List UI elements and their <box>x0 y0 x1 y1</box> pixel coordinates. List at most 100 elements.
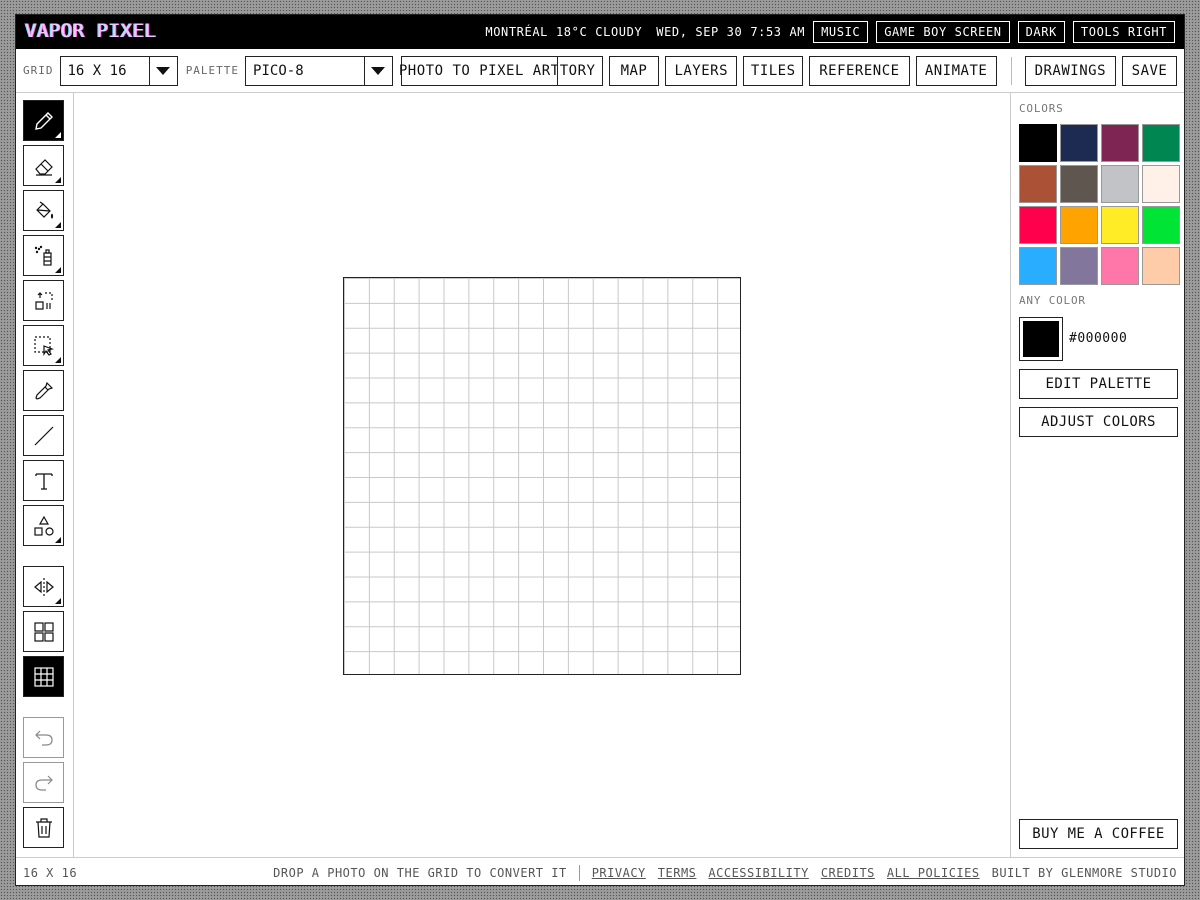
buy-me-a-coffee-button[interactable]: BUY ME A COFFEE <box>1019 819 1178 849</box>
reference-button[interactable]: REFERENCE <box>809 55 910 86</box>
fill-tool[interactable] <box>23 190 64 231</box>
status-right: DROP A PHOTO ON THE GRID TO CONVERT IT P… <box>273 864 1177 881</box>
color-swatch[interactable] <box>1142 206 1180 244</box>
current-time: 7:53 AM <box>750 25 806 39</box>
move-tool[interactable] <box>23 280 64 321</box>
spray-can-icon <box>34 245 52 266</box>
map-button[interactable]: MAP <box>608 55 660 86</box>
status-divider <box>578 864 580 881</box>
colors-panel: COLORS ANY COLOR #000000 EDIT PALETTE AD… <box>1010 93 1184 857</box>
move-selection-icon <box>34 291 53 310</box>
submenu-indicator <box>55 357 61 363</box>
title-bar-right: MONTRÉAL 18°C CLOUDY WED, SEP 30 7:53 AM… <box>485 21 1175 43</box>
dark-mode-button[interactable]: DARK <box>1017 21 1065 43</box>
mirror-icon <box>33 577 54 596</box>
grid-toggle-tool[interactable] <box>23 656 64 697</box>
color-swatch[interactable] <box>1019 165 1057 203</box>
text-icon <box>34 472 53 490</box>
photo-to-pixel-art-button[interactable]: PHOTO TO PIXEL ART <box>399 55 559 86</box>
current-date: WED, SEP 30 <box>656 25 743 39</box>
chevron-down-icon <box>148 56 177 85</box>
color-swatch[interactable] <box>1101 124 1139 162</box>
shapes-icon <box>33 515 54 536</box>
color-swatch[interactable] <box>1019 247 1057 285</box>
pencil-tool[interactable] <box>23 100 64 141</box>
weather-temp: 18°C <box>555 25 588 39</box>
eyedropper-tool[interactable] <box>23 370 64 411</box>
current-color-hex: #000000 <box>1069 331 1128 346</box>
color-swatch[interactable] <box>1060 247 1098 285</box>
chevron-down-icon <box>363 56 392 85</box>
current-color-preview <box>1023 321 1059 357</box>
color-picker[interactable] <box>1019 317 1063 361</box>
status-grid-size: 16 X 16 <box>23 865 78 880</box>
line-tool[interactable] <box>23 415 64 456</box>
any-color-label: ANY COLOR <box>1019 294 1086 307</box>
eraser-icon <box>34 158 53 176</box>
color-swatch[interactable] <box>1019 206 1057 244</box>
paint-bucket-icon <box>35 201 53 219</box>
submenu-indicator <box>55 267 61 273</box>
save-button[interactable]: SAVE <box>1122 55 1177 86</box>
submenu-indicator <box>55 537 61 543</box>
color-swatch[interactable] <box>1060 165 1098 203</box>
color-swatch[interactable] <box>1019 124 1057 162</box>
grid-size-select[interactable]: 16 X 16 <box>59 55 178 86</box>
tile-grid-icon <box>33 621 54 642</box>
pencil-icon <box>34 111 53 130</box>
palette-select[interactable]: PICO-8 <box>245 55 393 86</box>
adjust-colors-button[interactable]: ADJUST COLORS <box>1019 407 1178 437</box>
terms-link[interactable]: TERMS <box>658 866 697 880</box>
trash-icon <box>35 817 52 838</box>
eraser-tool[interactable] <box>23 145 64 186</box>
color-swatch[interactable] <box>1142 124 1180 162</box>
credits-link[interactable]: CREDITS <box>821 866 875 880</box>
color-swatch[interactable] <box>1101 165 1139 203</box>
color-swatch[interactable] <box>1142 247 1180 285</box>
game-boy-screen-button[interactable]: GAME BOY SCREEN <box>876 21 1010 43</box>
submenu-indicator <box>55 598 61 604</box>
submenu-indicator <box>55 222 61 228</box>
tools-sidebar <box>16 93 74 857</box>
color-swatch[interactable] <box>1060 124 1098 162</box>
all-policies-link[interactable]: ALL POLICIES <box>887 866 980 880</box>
built-by-credit: BUILT BY GLENMORE STUDIO <box>991 865 1177 880</box>
clear-tool[interactable] <box>23 807 64 848</box>
color-swatch[interactable] <box>1142 165 1180 203</box>
text-tool[interactable] <box>23 460 64 501</box>
tile-view-tool[interactable] <box>23 611 64 652</box>
history-button[interactable]: TORY <box>556 55 603 86</box>
main-toolbar: GRID 16 X 16 PALETTE PICO-8 PHOTO TO PIX… <box>16 49 1184 93</box>
eyedropper-icon <box>34 381 53 400</box>
redo-icon <box>34 775 53 791</box>
undo-tool[interactable] <box>23 717 64 758</box>
layers-button[interactable]: LAYERS <box>665 55 738 86</box>
undo-icon <box>34 730 53 746</box>
select-tool[interactable] <box>23 325 64 366</box>
grid-icon <box>33 666 54 687</box>
mirror-tool[interactable] <box>23 566 64 607</box>
drawings-button[interactable]: DRAWINGS <box>1024 55 1116 86</box>
tools-right-button[interactable]: TOOLS RIGHT <box>1072 21 1175 43</box>
shapes-tool[interactable] <box>23 505 64 546</box>
pixel-grid-canvas[interactable] <box>343 277 741 675</box>
redo-tool[interactable] <box>23 762 64 803</box>
color-swatch[interactable] <box>1101 247 1139 285</box>
grid-label: GRID <box>23 64 54 77</box>
edit-palette-button[interactable]: EDIT PALETTE <box>1019 369 1178 399</box>
status-bar: 16 X 16 DROP A PHOTO ON THE GRID TO CONV… <box>16 857 1184 885</box>
weather-condition: CLOUDY <box>595 25 643 39</box>
title-bar: VAPOR PIXEL MONTRÉAL 18°C CLOUDY WED, SE… <box>16 15 1184 49</box>
animate-button[interactable]: ANIMATE <box>915 55 997 86</box>
tiles-button[interactable]: TILES <box>743 55 804 86</box>
color-swatch[interactable] <box>1101 206 1139 244</box>
spray-tool[interactable] <box>23 235 64 276</box>
palette-swatches <box>1019 124 1181 285</box>
privacy-link[interactable]: PRIVACY <box>592 866 646 880</box>
palette-value: PICO-8 <box>253 62 304 79</box>
color-swatch[interactable] <box>1060 206 1098 244</box>
status-hint: DROP A PHOTO ON THE GRID TO CONVERT IT <box>273 865 567 880</box>
music-button[interactable]: MUSIC <box>813 21 869 43</box>
accessibility-link[interactable]: ACCESSIBILITY <box>708 866 808 880</box>
toolbar-divider <box>1010 56 1012 85</box>
